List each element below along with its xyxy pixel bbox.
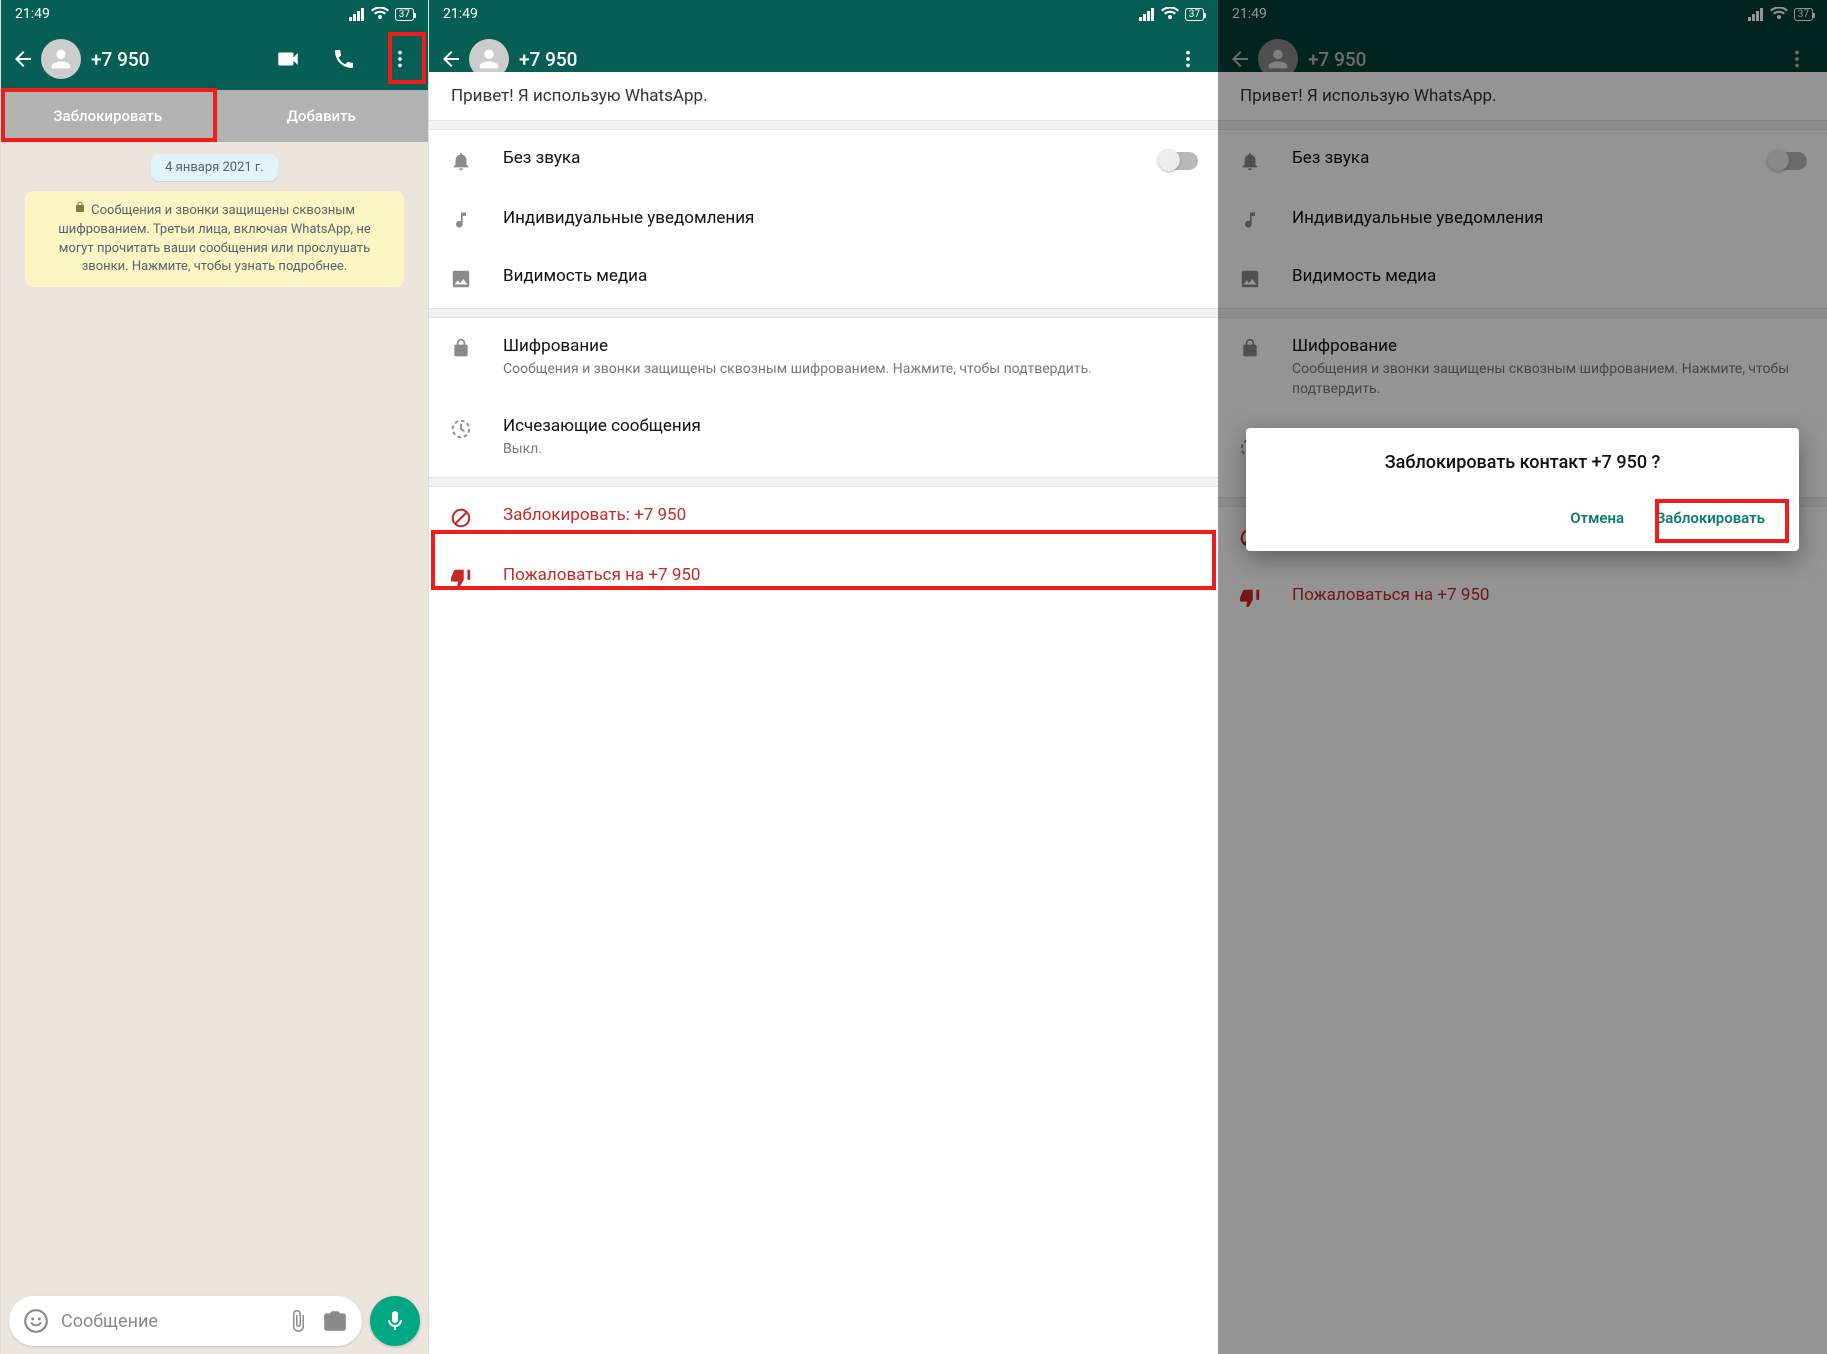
setting-mute[interactable]: Без звука	[429, 130, 1218, 190]
chat-header: +7 950	[1, 28, 428, 90]
screen-chat: 21:49 37 +7 950 Заблокировать	[0, 0, 428, 1354]
status-icons: 37	[1139, 7, 1204, 21]
block-button-label: Заблокировать	[53, 107, 162, 125]
status-time: 21:49	[15, 6, 50, 22]
setting-block-label: Заблокировать: +7 950	[503, 505, 1198, 525]
setting-custom-notifications[interactable]: Индивидуальные уведомления	[429, 190, 1218, 248]
thumbs-down-icon	[449, 565, 473, 589]
status-text: Привет! Я использую WhatsApp.	[429, 72, 1218, 120]
add-button-label: Добавить	[287, 107, 356, 125]
setting-report[interactable]: Пожаловаться на +7 950	[429, 547, 1218, 607]
screen-block-dialog: 21:49 37 +7 950 Привет! Я использую What…	[1218, 0, 1827, 1354]
setting-encryption-sub: Сообщения и звонки защищены сквозным шиф…	[503, 360, 1198, 380]
back-button[interactable]	[9, 45, 37, 73]
attachment-icon[interactable]	[286, 1309, 310, 1333]
contact-name[interactable]: +7 950	[519, 48, 1174, 71]
lock-icon	[449, 336, 473, 358]
wifi-icon	[371, 7, 389, 21]
setting-report-label: Пожаловаться на +7 950	[503, 565, 1198, 585]
setting-encryption[interactable]: Шифрование Сообщения и звонки защищены с…	[429, 318, 1218, 398]
status-bar: 21:49 37	[429, 0, 1218, 28]
contact-settings: Привет! Я использую WhatsApp. Без звука …	[429, 72, 1218, 1336]
back-button[interactable]	[437, 45, 465, 73]
setting-encryption-label: Шифрование	[503, 336, 1198, 356]
contact-action-row: Заблокировать Добавить	[1, 90, 428, 142]
setting-mute-label: Без звука	[503, 148, 1130, 168]
setting-disappearing-sub: Выкл.	[503, 440, 1198, 460]
timer-icon	[449, 416, 473, 440]
dialog-title: Заблокировать контакт +7 950 ?	[1268, 450, 1777, 475]
screen-contact-info: 21:49 37 +7 950 Привет! Я использую What…	[428, 0, 1218, 1354]
block-icon	[449, 505, 473, 529]
lock-icon	[74, 201, 86, 220]
music-note-icon	[449, 208, 473, 230]
voice-call-button[interactable]	[330, 45, 358, 73]
contact-name[interactable]: +7 950	[91, 48, 274, 71]
battery-icon: 37	[395, 8, 414, 21]
message-placeholder: Сообщение	[61, 1311, 274, 1332]
bell-icon	[449, 148, 473, 172]
signal-icon	[1139, 7, 1155, 21]
encryption-notice-text: Сообщения и звонки защищены сквозным шиф…	[58, 203, 370, 275]
more-menu-button[interactable]	[386, 45, 414, 73]
emoji-icon[interactable]	[23, 1308, 49, 1334]
avatar[interactable]	[41, 39, 81, 79]
encryption-notice[interactable]: Сообщения и звонки защищены сквозным шиф…	[25, 191, 403, 287]
status-bar: 21:49 37	[1, 0, 428, 28]
setting-media-label: Видимость медиа	[503, 266, 1198, 286]
mic-button[interactable]	[370, 1296, 420, 1346]
wifi-icon	[1161, 7, 1179, 21]
camera-icon[interactable]	[322, 1308, 348, 1334]
add-button[interactable]: Добавить	[215, 90, 429, 142]
chat-body: 4 января 2021 г. Сообщения и звонки защи…	[1, 142, 428, 1354]
composer: Сообщение	[9, 1296, 420, 1346]
status-time: 21:49	[443, 6, 478, 22]
setting-notifications-label: Индивидуальные уведомления	[503, 208, 1198, 228]
setting-block[interactable]: Заблокировать: +7 950	[429, 487, 1218, 547]
block-confirm-dialog: Заблокировать контакт +7 950 ? Отмена За…	[1246, 428, 1799, 551]
battery-icon: 37	[1185, 8, 1204, 21]
message-input[interactable]: Сообщение	[9, 1296, 362, 1346]
signal-icon	[349, 7, 365, 21]
dialog-confirm-button[interactable]: Заблокировать	[1644, 499, 1777, 537]
setting-disappearing[interactable]: Исчезающие сообщения Выкл.	[429, 398, 1218, 478]
date-chip: 4 января 2021 г.	[151, 154, 278, 181]
dialog-cancel-button[interactable]: Отмена	[1558, 499, 1636, 537]
modal-backdrop[interactable]	[1218, 0, 1827, 1354]
mute-toggle[interactable]	[1160, 152, 1198, 170]
image-icon	[449, 266, 473, 290]
block-button[interactable]: Заблокировать	[1, 90, 215, 142]
setting-media-visibility[interactable]: Видимость медиа	[429, 248, 1218, 308]
status-icons: 37	[349, 7, 414, 21]
video-call-button[interactable]	[274, 45, 302, 73]
setting-disappearing-label: Исчезающие сообщения	[503, 416, 1198, 436]
more-menu-button[interactable]	[1174, 45, 1202, 73]
